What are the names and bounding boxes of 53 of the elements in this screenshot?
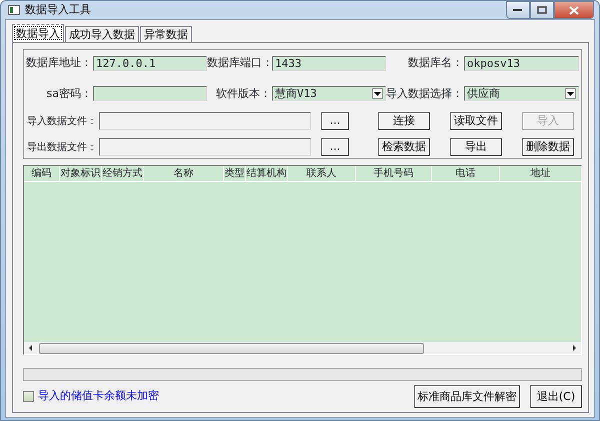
minimize-button[interactable] [506, 1, 530, 19]
action-button[interactable]: 检索数据 [378, 138, 430, 156]
field-label: 导入数据文件： [26, 114, 98, 128]
tab[interactable]: 数据导入 [12, 24, 64, 42]
field-label: 软件版本： [215, 86, 272, 102]
file-path-field[interactable] [99, 138, 311, 156]
minimize-icon [513, 8, 523, 12]
dropdown[interactable]: 慧商V13 [272, 86, 386, 102]
column-header[interactable]: 地址 [500, 166, 582, 181]
browse-button[interactable]: ... [321, 112, 349, 130]
field-label: 数据库地址： [25, 55, 93, 71]
browse-button[interactable]: ... [321, 138, 349, 156]
field-label: 导出数据文件： [26, 140, 98, 154]
password-field[interactable] [93, 86, 207, 102]
close-button[interactable] [554, 1, 594, 19]
field-label: 导入数据选择： [386, 86, 464, 102]
text-field[interactable]: okposv13 [464, 56, 579, 71]
column-header[interactable]: 电话 [432, 166, 500, 181]
scroll-right-icon[interactable] [570, 344, 578, 352]
close-icon [569, 6, 579, 14]
action-button[interactable]: 读取文件 [450, 112, 502, 130]
action-button[interactable]: 删除数据 [522, 138, 574, 156]
column-header[interactable]: 类型 [224, 166, 246, 181]
exit-button[interactable]: 退出(C) [530, 385, 582, 408]
column-header[interactable]: 联系人 [288, 166, 356, 181]
checkbox-label[interactable]: 导入的储值卡余额未加密 [38, 388, 159, 405]
checkbox[interactable] [23, 391, 34, 402]
maximize-icon [537, 6, 547, 14]
dropdown-arrow-icon[interactable] [567, 92, 574, 96]
dropdown[interactable]: 供应商 [464, 86, 579, 102]
column-header[interactable]: 手机号码 [356, 166, 432, 181]
tab[interactable]: 成功导入数据 [65, 26, 139, 42]
field-label: sa密码： [46, 86, 93, 102]
column-header[interactable]: 经销方式 [102, 166, 144, 181]
scroll-left-icon[interactable] [27, 344, 35, 352]
action-button[interactable]: 连接 [378, 112, 430, 130]
column-header[interactable]: 编码 [24, 166, 60, 181]
decrypt-button[interactable]: 标准商品库文件解密 [414, 385, 520, 408]
column-header[interactable]: 结算机构 [246, 166, 288, 181]
app-icon [8, 5, 20, 15]
file-path-field[interactable] [99, 112, 311, 130]
action-button[interactable]: 导出 [450, 138, 502, 156]
column-header[interactable]: 对象标识 [60, 166, 102, 181]
tab[interactable]: 异常数据 [140, 26, 192, 42]
field-label: 数据库端口： [207, 55, 272, 71]
dropdown-arrow-icon[interactable] [374, 92, 381, 96]
window-title: 数据导入工具 [25, 2, 91, 18]
text-field[interactable]: 127.0.0.1 [93, 56, 207, 71]
column-header[interactable]: 名称 [144, 166, 224, 181]
horizontal-scrollbar[interactable] [24, 342, 581, 354]
text-field[interactable]: 1433 [272, 56, 386, 71]
maximize-button[interactable] [530, 1, 554, 19]
field-label: 数据库名： [407, 55, 464, 71]
